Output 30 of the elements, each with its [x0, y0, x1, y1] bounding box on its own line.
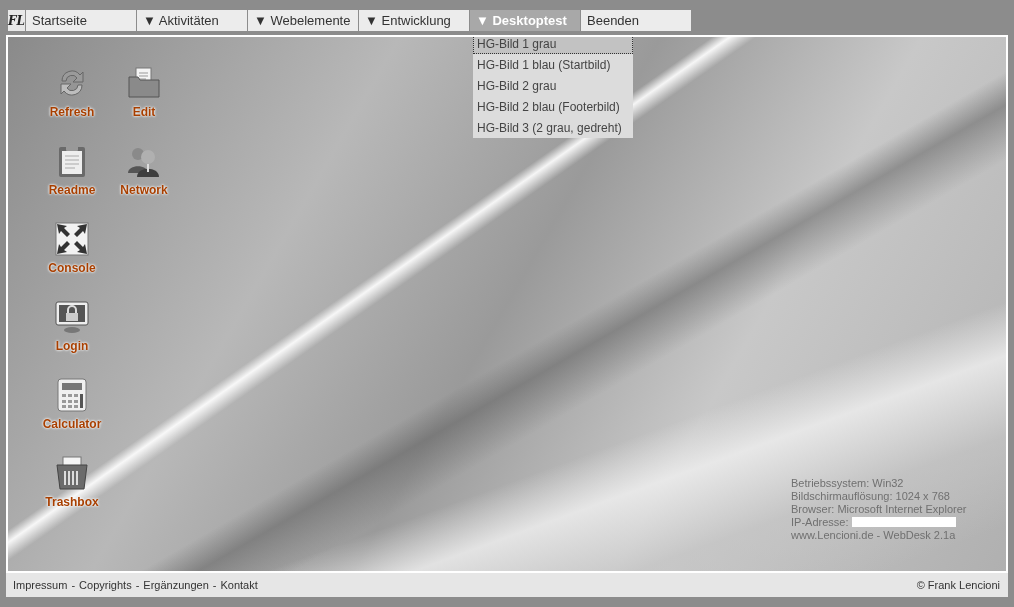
- shredder-icon: [54, 455, 90, 491]
- logo: FL: [8, 10, 25, 31]
- separator-text: -: [71, 579, 76, 591]
- dropdown-item[interactable]: HG-Bild 2 grau: [473, 75, 633, 96]
- separator-text: -: [212, 579, 217, 591]
- dropdown-item[interactable]: HG-Bild 1 grau: [473, 37, 633, 54]
- expand-icon: [54, 221, 90, 257]
- menu-item[interactable]: Startseite: [26, 10, 136, 31]
- menu-item[interactable]: ▼ Aktivitäten: [137, 10, 247, 31]
- menu-item[interactable]: ▼ Entwicklung: [359, 10, 469, 31]
- calculator-icon: [54, 377, 90, 413]
- menu-item[interactable]: Beenden: [581, 10, 691, 31]
- info-text: Betriebssystem: Win32: [791, 477, 905, 489]
- footer-link[interactable]: Ergänzungen: [143, 579, 209, 591]
- info-text: Browser: Microsoft Internet Explorer: [791, 503, 967, 515]
- separator-text: -: [135, 579, 140, 591]
- menu-item[interactable]: ▼ Webelemente: [248, 10, 358, 31]
- info-text: Bildschirmauflösung: 1024 x 768: [791, 490, 951, 502]
- info-text: www.Lencioni.de - WebDesk 2.1a: [791, 529, 957, 541]
- lock-screen-icon: [54, 299, 90, 335]
- footer-link[interactable]: Impressum: [13, 579, 68, 591]
- dropdown-item[interactable]: HG-Bild 3 (2 grau, gedreht): [473, 117, 633, 138]
- copyright-text: © Frank Lencioni: [916, 579, 1000, 591]
- info-text: IP-Adresse:: [791, 516, 849, 528]
- footer-link[interactable]: Copyrights: [79, 579, 132, 591]
- dropdown-item[interactable]: HG-Bild 2 blau (Footerbild): [473, 96, 633, 117]
- desktop-shortcut[interactable]: Trashbox: [36, 455, 108, 533]
- dropdown-item[interactable]: HG-Bild 1 blau (Startbild): [473, 54, 633, 75]
- folder-icon: [126, 65, 162, 101]
- footer-link[interactable]: Kontakt: [220, 579, 258, 591]
